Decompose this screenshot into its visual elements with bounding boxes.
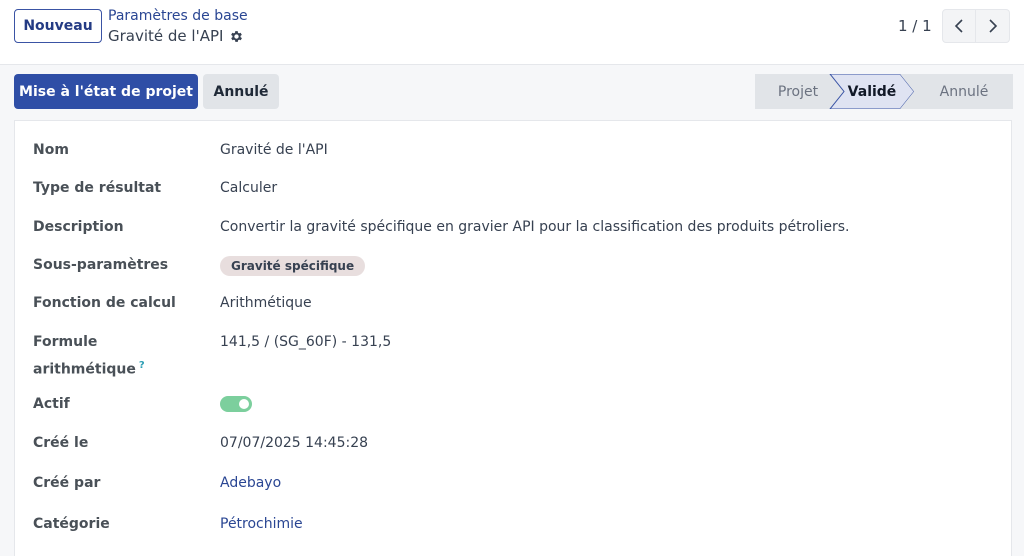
created-on-label: Créé le	[33, 435, 89, 451]
sub-parameters-label: Sous-paramètres	[33, 257, 169, 273]
chevron-left-icon	[954, 19, 963, 33]
status-stage-validated[interactable]: Validé	[837, 74, 907, 109]
cancel-button[interactable]: Annulé	[203, 74, 279, 109]
record-title: Gravité de l'API	[108, 27, 224, 45]
new-button[interactable]: Nouveau	[14, 9, 102, 43]
active-toggle[interactable]	[220, 396, 252, 412]
name-field[interactable]: Gravité de l'API	[220, 139, 328, 162]
toggle-knob	[239, 399, 249, 409]
gear-icon[interactable]	[229, 29, 244, 44]
calculation-function-label: Fonction de calcul	[33, 295, 176, 311]
pager-previous-button[interactable]	[942, 9, 976, 43]
active-label: Actif	[33, 396, 70, 412]
result-type-label: Type de résultat	[33, 180, 162, 196]
formula-label-line1: Formule	[33, 334, 98, 350]
created-by-label: Créé par	[33, 475, 101, 491]
breadcrumb-current: Gravité de l'API	[108, 27, 244, 45]
help-icon[interactable]: ?	[139, 360, 145, 371]
formula-field[interactable]: 141,5 / (SG_60F) - 131,5	[220, 331, 391, 354]
calculation-function-field[interactable]: Arithmétique	[220, 292, 312, 315]
chevron-right-icon	[988, 19, 997, 33]
formula-label-line2: arithmétique	[33, 361, 136, 378]
status-stage-draft[interactable]: Projet	[755, 74, 841, 109]
set-to-draft-button[interactable]: Mise à l'état de projet	[14, 74, 198, 109]
control-panel: Nouveau Paramètres de base Gravité de l'…	[0, 0, 1024, 65]
status-stage-cancelled[interactable]: Annulé	[915, 74, 1013, 109]
name-label: Nom	[33, 142, 69, 158]
category-label: Catégorie	[33, 516, 110, 532]
pager-value[interactable]: 1 / 1	[898, 17, 932, 35]
description-field[interactable]: Convertir la gravité spécifique en gravi…	[220, 216, 849, 239]
category-link[interactable]: Pétrochimie	[220, 513, 303, 536]
breadcrumb-parent[interactable]: Paramètres de base	[108, 8, 248, 24]
form-sheet	[14, 120, 1012, 556]
pager-next-button[interactable]	[976, 9, 1010, 43]
result-type-field[interactable]: Calculer	[220, 177, 277, 200]
formula-label: Formule arithmétique?	[33, 331, 145, 382]
status-bar: Projet Validé Annulé	[755, 74, 1013, 109]
sub-parameter-tag[interactable]: Gravité spécifique	[220, 256, 366, 276]
description-label: Description	[33, 219, 124, 235]
created-by-link[interactable]: Adebayo	[220, 472, 281, 495]
created-on-field: 07/07/2025 14:45:28	[220, 435, 369, 451]
